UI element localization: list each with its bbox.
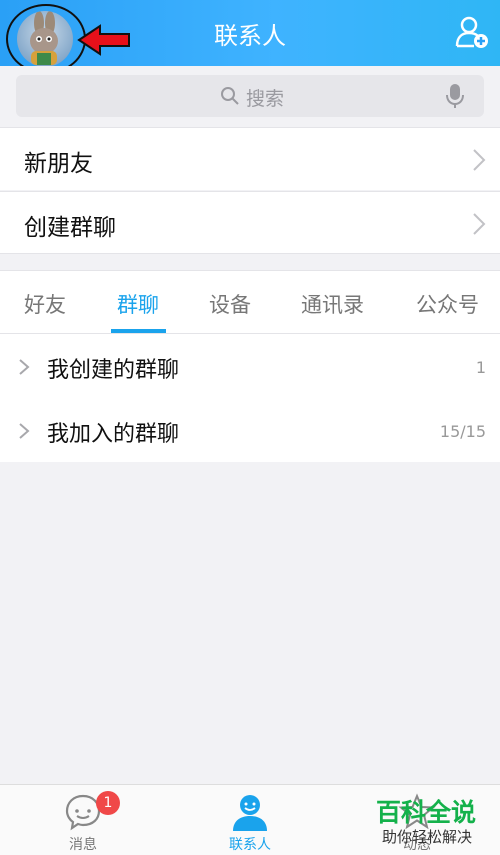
list-item-label: 我加入的群聊 [47, 422, 180, 447]
list-item-created-groups[interactable]: 我创建的群聊 1 [0, 334, 500, 398]
tab-friends[interactable]: 好友 [24, 289, 66, 319]
header-bar: 联系人 [0, 0, 500, 74]
group-list: 我创建的群聊 1 我加入的群聊 15/15 [0, 334, 500, 462]
chevron-right-icon [19, 423, 30, 439]
tab-address-book[interactable]: 通讯录 [301, 289, 364, 319]
group-count: 1 [475, 358, 486, 377]
page-title: 联系人 [214, 22, 286, 50]
unread-badge: 1 [96, 791, 120, 815]
search-input[interactable]: 搜索 [16, 75, 484, 117]
search-placeholder: 搜索 [246, 88, 285, 110]
add-contact-icon[interactable] [454, 14, 490, 50]
nav-contacts[interactable]: 联系人 [167, 785, 333, 855]
chevron-right-icon [473, 213, 486, 235]
chevron-right-icon [19, 359, 30, 375]
search-area: 搜索 [0, 66, 500, 126]
watermark-title: 百科全说 [376, 798, 477, 827]
contact-tabs: 好友 群聊 设备 通讯录 公众号 [0, 270, 500, 334]
chevron-right-icon [473, 149, 486, 171]
watermark: 百科全说 助你轻松解决 [374, 793, 494, 849]
tab-devices[interactable]: 设备 [209, 289, 251, 319]
microphone-icon[interactable] [446, 83, 464, 109]
tab-groups[interactable]: 群聊 [117, 289, 159, 319]
tab-official-accounts[interactable]: 公众号 [416, 289, 479, 319]
list-item-label: 我创建的群聊 [47, 358, 180, 383]
create-group-label: 创建群聊 [24, 215, 116, 241]
nav-contacts-label: 联系人 [229, 837, 271, 853]
search-icon [221, 87, 239, 105]
new-friends-label: 新朋友 [24, 151, 93, 177]
group-count: 15/15 [439, 422, 486, 441]
create-group-item[interactable]: 创建群聊 [0, 191, 500, 254]
active-tab-indicator [111, 329, 166, 333]
watermark-subtitle: 助你轻松解决 [382, 828, 473, 846]
new-friends-item[interactable]: 新朋友 [0, 127, 500, 190]
contacts-icon [233, 795, 267, 831]
list-item-joined-groups[interactable]: 我加入的群聊 15/15 [0, 398, 500, 462]
nav-messages-label: 消息 [69, 837, 97, 853]
nav-messages[interactable]: 1 消息 [0, 785, 166, 855]
